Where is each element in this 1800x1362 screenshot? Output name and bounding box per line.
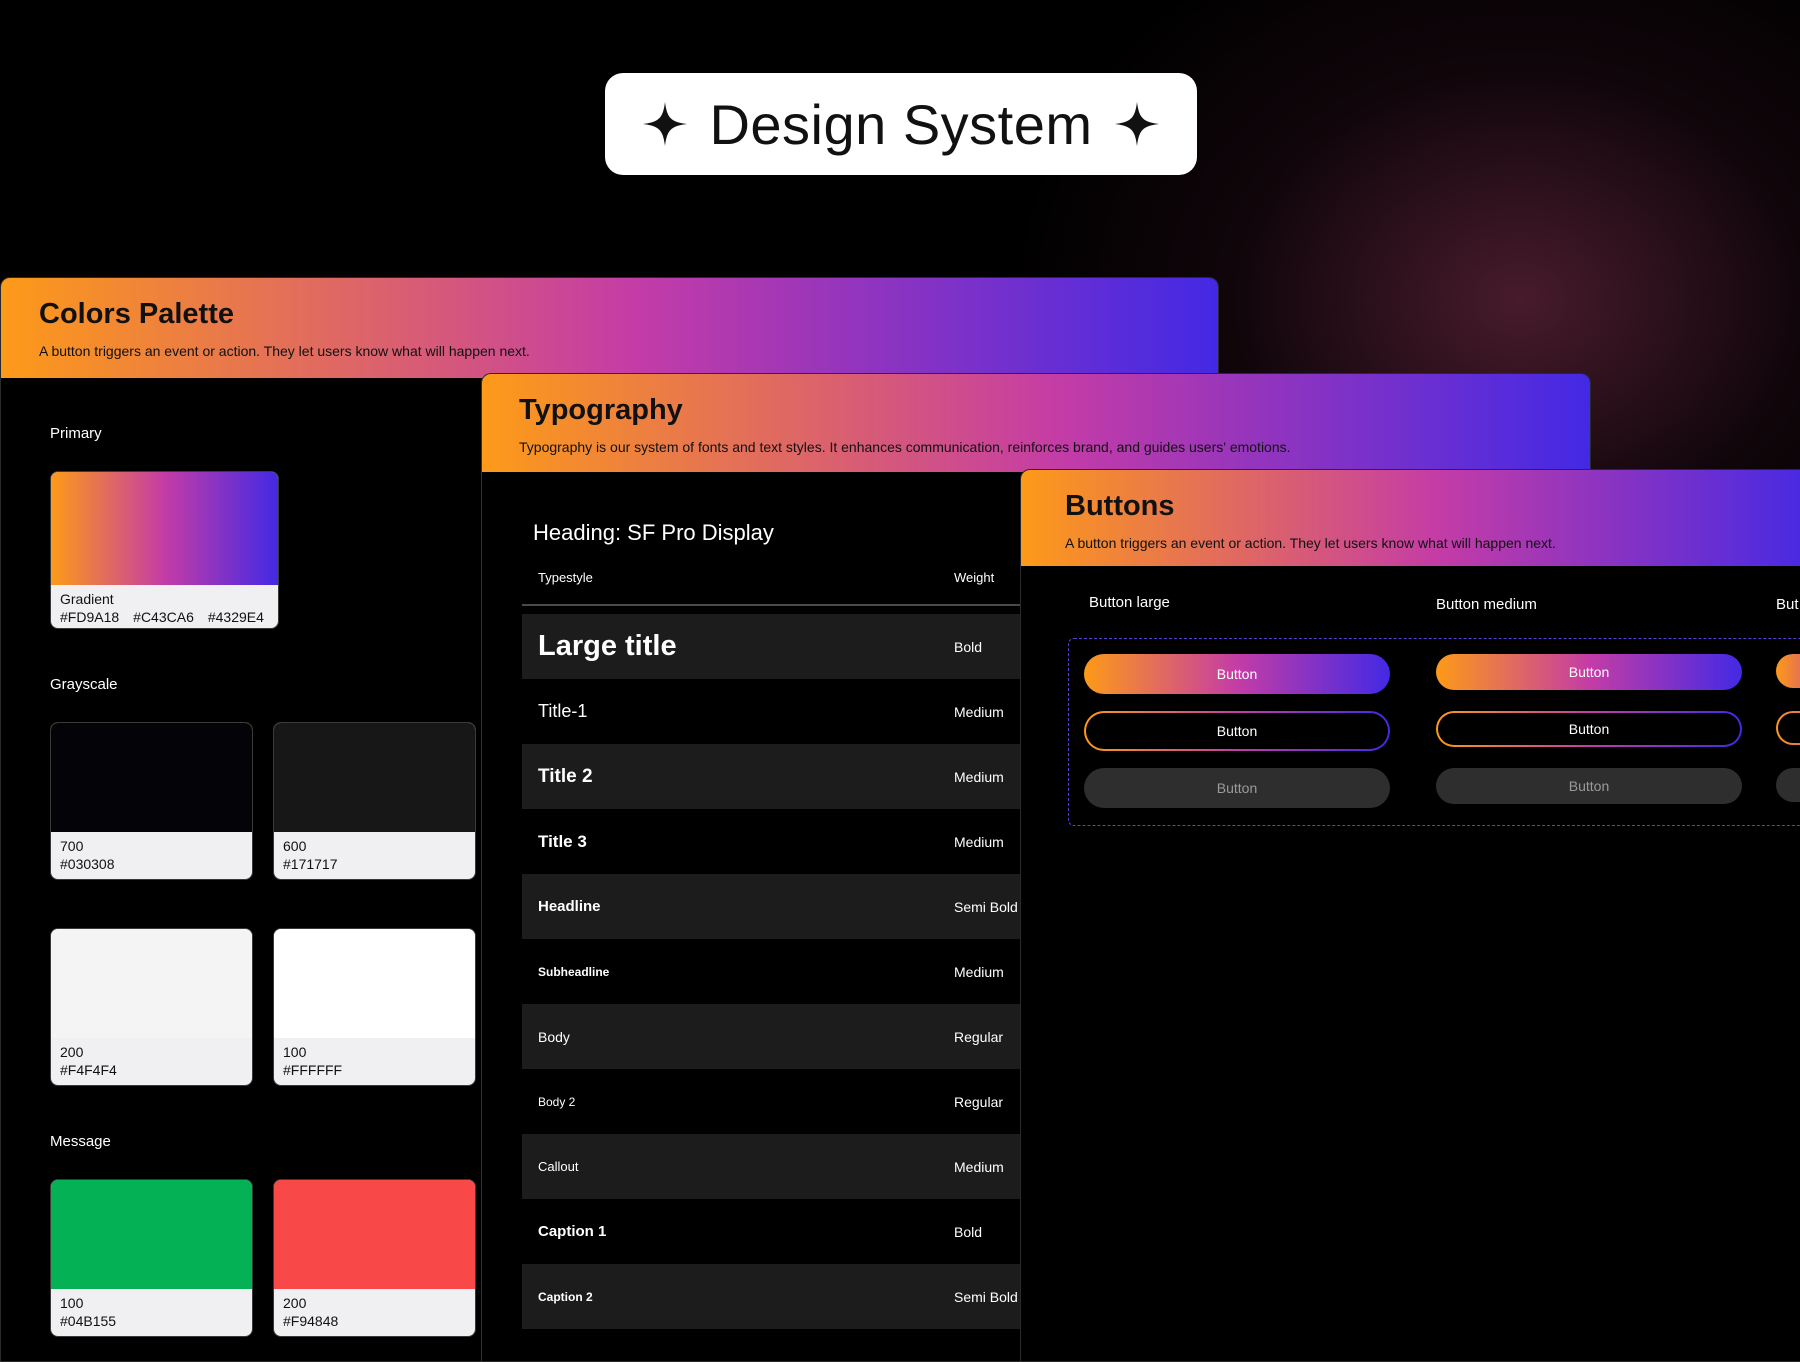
button-medium-outline[interactable]: Button [1436,711,1742,747]
card-title: Buttons [1065,490,1175,522]
table-row: Callout Medium [522,1134,1021,1199]
gradient-swatch: Gradient #FD9A18 #C43CA6 #4329E4 [50,471,279,629]
typestyle-weight: Medium [954,833,1004,850]
swatch-hex: #171717 [283,856,338,872]
typestyle-weight: Bold [954,638,983,655]
table-row: Subheadline Medium [522,939,1021,1004]
swatch-fill [51,929,252,1038]
typestyle-name: Caption 1 [538,1223,607,1240]
table-row: Title-1 Medium [522,679,1021,744]
button-medium-primary[interactable]: Button [1436,654,1742,690]
swatch-fill [51,723,252,832]
hero-title: Design System [709,92,1093,156]
table-row: Body 2 Regular [522,1069,1021,1134]
button-variants-group: Button Button Button Button Button Butto… [1068,638,1800,826]
swatch-info: Gradient #FD9A18 #C43CA6 #4329E4 [51,585,278,628]
button-large-outline[interactable]: Button [1084,711,1390,751]
table-row: Caption 2 Semi Bold [522,1264,1021,1329]
card-description: A button triggers an event or action. Th… [39,343,530,359]
swatch-message-100: 100 #04B155 [50,1179,253,1337]
typestyle-weight: Semi Bold [954,898,1018,915]
swatch-name: Gradient [60,591,114,607]
section-label-message: Message [50,1133,111,1150]
swatch-fill [274,929,475,1038]
typestyle-weight: Medium [954,1158,1004,1175]
table-row: Headline Semi Bold [522,874,1021,939]
swatch-fill [51,472,278,585]
column-label-small: But [1776,596,1799,613]
typestyle-name: Caption 2 [538,1289,593,1304]
swatch-fill [274,723,475,832]
typestyle-name: Large title [538,630,677,662]
typestyle-weight: Regular [954,1028,1004,1045]
column-weight: Weight [954,570,995,585]
table-row: Large title Bold [522,614,1021,679]
typestyle-name: Body 2 [538,1094,576,1109]
typestyle-weight: Medium [954,768,1004,785]
section-label-primary: Primary [50,425,102,442]
typestyle-name: Headline [538,898,601,915]
table-row: Body Regular [522,1004,1021,1069]
typestyle-name: Title 2 [538,765,593,787]
typestyle-name: Callout [538,1159,579,1174]
hero-badge: Design System [605,73,1197,175]
button-medium-disabled[interactable]: Button [1436,768,1742,804]
card-title: Colors Palette [39,298,234,330]
card-description: Typography is our system of fonts and te… [519,439,1291,455]
card-header: Typography Typography is our system of f… [482,374,1590,472]
swatch-hex: #FD9A18 [60,609,120,625]
swatch-message-200: 200 #F94848 [273,1179,476,1337]
column-typestyle: Typestyle [538,570,593,585]
button-large-disabled[interactable]: Button [1084,768,1390,808]
swatch-grayscale-600: 600 #171717 [273,722,476,880]
typography-heading: Heading: SF Pro Display [533,520,774,545]
card-header: Colors Palette A button triggers an even… [1,278,1218,378]
swatch-hex: #030308 [60,856,115,872]
swatch-hex: #F4F4F4 [60,1062,117,1078]
card-title: Typography [519,394,683,426]
typestyle-weight: Medium [954,703,1004,720]
button-small-outline[interactable] [1776,711,1800,745]
column-label-medium: Button medium [1436,596,1537,613]
swatch-hex: #FFFFFF [283,1062,343,1078]
typestyle-weight: Bold [954,1223,983,1240]
table-row: Title 2 Medium [522,744,1021,809]
swatch-shade: 200 [60,1044,84,1060]
typography-table-header: Typestyle Weight [522,570,1022,606]
table-row: Title 3 Medium [522,809,1021,874]
swatch-hex: #4329E4 [207,609,264,625]
table-row: Caption 1 Bold [522,1199,1021,1264]
typestyle-name: Title 3 [538,831,587,851]
typestyle-name: Subheadline [538,964,610,979]
swatch-shade: 100 [283,1044,307,1060]
swatch-shade: 200 [283,1295,307,1311]
sparkle-icon [643,102,688,146]
sparkle-icon [1114,102,1159,146]
swatch-shade: 600 [283,838,307,854]
typestyle-weight: Medium [954,963,1004,980]
swatch-grayscale-700: 700 #030308 [50,722,253,880]
swatch-grayscale-100: 100 #FFFFFF [273,928,476,1086]
swatch-fill [274,1180,475,1289]
typestyle-weight: Semi Bold [954,1288,1018,1305]
swatch-shade: 700 [60,838,84,854]
buttons-card: Buttons A button triggers an event or ac… [1020,469,1800,1362]
button-large-primary[interactable]: Button [1084,654,1390,694]
typestyle-weight: Regular [954,1093,1004,1110]
card-header: Buttons A button triggers an event or ac… [1021,470,1800,566]
swatch-fill [51,1180,252,1289]
swatch-hex: #C43CA6 [133,609,194,625]
section-label-grayscale: Grayscale [50,676,118,693]
swatch-hex: #F94848 [283,1313,339,1329]
button-small-primary[interactable] [1776,654,1800,688]
column-label-large: Button large [1089,594,1170,611]
swatch-shade: 100 [60,1295,84,1311]
typestyle-name: Body [538,1028,570,1045]
typestyle-name: Title-1 [538,701,588,721]
swatch-hex: #04B155 [60,1313,117,1329]
card-description: A button triggers an event or action. Th… [1065,535,1556,551]
button-small-disabled[interactable] [1776,768,1800,802]
swatch-grayscale-200: 200 #F4F4F4 [50,928,253,1086]
